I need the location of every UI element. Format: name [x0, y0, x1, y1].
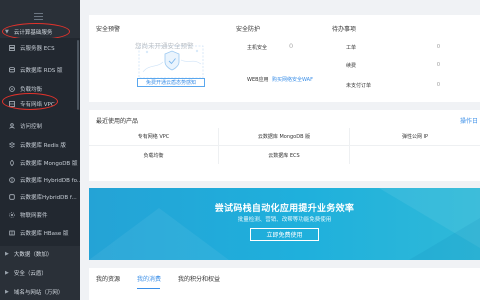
chevron-right-icon: ▶ [5, 289, 9, 295]
sidebar-item-redis[interactable]: 云数据库 Redis 版 [0, 138, 80, 152]
todo-label: 未支付订单 [346, 82, 372, 89]
sidebar-item-label: 云数据库 HybridDB fo... [20, 178, 80, 184]
tab-my-consumption[interactable]: 我的消费 [137, 274, 161, 283]
sidebar-item-hbase[interactable]: 云数据库 HBase 版 [0, 226, 80, 240]
sidebar-item-ram[interactable]: 访问控制 [0, 119, 80, 133]
todo-label: 工单 [346, 44, 357, 51]
product-slb[interactable]: 负载均衡 [89, 146, 219, 164]
hybriddb2-icon [9, 194, 15, 200]
sidebar-item-label: 访问控制 [20, 124, 43, 130]
banner-subtitle: 批量检测、营销、改帮等功能免费使用 [237, 217, 332, 223]
todo-title: 待办事项 [332, 26, 357, 33]
sidebar-group-label: 安全（云盾） [13, 271, 47, 277]
sidebar-item-mongodb[interactable]: 云数据库 MongoDB 版 [0, 156, 80, 170]
buy-waf-link[interactable]: 购买网络安全WAF [272, 76, 313, 83]
database-icon [9, 67, 15, 73]
todo-count: 0 [436, 44, 440, 50]
banner-title: 尝试码栈自动化应用提升业务效率 [214, 204, 355, 214]
sidebar: ▼ 云计算基础服务 云服务器 ECS 云数据库 RDS 版 负载均衡 专有网络 … [0, 0, 80, 300]
todo-row-tickets[interactable]: 工单 0 [332, 41, 440, 53]
sidebar-group-label: 域名与网站（万网） [13, 290, 64, 296]
sidebar-group-label: 大数据（数加） [13, 252, 53, 258]
todo-row-unpaid[interactable]: 未支付订单 0 [332, 79, 440, 91]
web-app-label: WEB应用 [247, 77, 269, 83]
hybriddb-icon [9, 177, 15, 183]
tab-my-resources[interactable]: 我的资源 [96, 274, 120, 283]
tab-points-benefits[interactable]: 我的积分和权益 [178, 274, 220, 283]
sidebar-item-hybriddb2[interactable]: 云数据库HybridDB f... [0, 190, 80, 204]
highlight-annotation [2, 93, 58, 110]
host-security-value: 0 [289, 42, 294, 50]
try-free-button[interactable]: 立即免费使用 [250, 228, 319, 241]
sidebar-item-label: 云数据库 MongoDB 版 [20, 161, 78, 167]
iot-icon [9, 212, 15, 218]
security-protect-title: 安全防护 [236, 26, 261, 33]
hbase-icon [9, 230, 15, 236]
product-grid: 专有网络 VPC 云数据库 MongoDB 版 弹性公网 IP 负载均衡 云数据… [89, 128, 480, 165]
operation-log-link[interactable]: 操作日 [460, 116, 478, 125]
sidebar-item-rds[interactable]: 云数据库 RDS 版 [0, 63, 80, 77]
sidebar-item-ecs[interactable]: 云服务器 ECS [0, 41, 80, 55]
todo-count: 0 [436, 82, 440, 88]
access-control-icon [9, 123, 15, 129]
security-alert-title: 安全预警 [96, 26, 121, 33]
sidebar-item-iot[interactable]: 物联网套件 [0, 208, 80, 222]
security-notice-text: 您尚未开通安全预警 [135, 42, 194, 50]
sidebar-item-label: 负载均衡 [20, 87, 43, 93]
todo-label: 续费 [346, 62, 357, 69]
todo-count: 0 [436, 62, 440, 68]
sidebar-item-label: 物联网套件 [20, 213, 48, 219]
promo-banner[interactable]: 尝试码栈自动化应用提升业务效率 批量检测、营销、改帮等功能免费使用 立即免费使用 [89, 188, 480, 260]
sidebar-item-label: 云服务器 ECS [20, 46, 55, 52]
banner-decoration-icon [89, 188, 480, 260]
sidebar-item-label: 云数据库 RDS 版 [20, 68, 63, 74]
redis-icon [9, 142, 15, 148]
active-tab-underline [137, 288, 160, 289]
todo-row-renewal[interactable]: 续费 0 [332, 59, 440, 71]
sidebar-group-domain[interactable]: ▶ 域名与网站（万网） [0, 285, 80, 299]
sidebar-item-label: 云数据库 HBase 版 [20, 231, 69, 237]
sidebar-item-label: 云数据库HybridDB f... [20, 195, 77, 201]
product-eip[interactable]: 弹性公网 IP [350, 128, 480, 146]
product-vpc[interactable]: 专有网络 VPC [89, 128, 219, 146]
menu-toggle-icon[interactable] [34, 13, 43, 20]
enable-situation-awareness-button[interactable]: 免费开通云盾态势感知 [137, 78, 205, 87]
mongodb-icon [9, 160, 15, 166]
load-balancer-icon [9, 86, 15, 92]
recent-products-title: 最近使用的产品 [96, 118, 139, 125]
host-security-label: 主机安全 [247, 45, 268, 51]
tab-bar: 我的资源 我的消费 我的积分和权益 [89, 268, 480, 300]
product-mongodb[interactable]: 云数据库 MongoDB 版 [219, 128, 350, 146]
sidebar-item-label: 云数据库 Redis 版 [20, 143, 66, 149]
product-ecs[interactable]: 云数据库 ECS [219, 146, 350, 164]
sidebar-item-hybriddb[interactable]: 云数据库 HybridDB fo... [0, 173, 80, 187]
sidebar-group-security[interactable]: ▶ 安全（云盾） [0, 266, 80, 280]
chevron-right-icon: ▶ [5, 251, 9, 257]
sidebar-group-bigdata[interactable]: ▶ 大数据（数加） [0, 247, 80, 261]
chevron-right-icon: ▶ [5, 270, 9, 276]
server-icon [9, 45, 15, 51]
